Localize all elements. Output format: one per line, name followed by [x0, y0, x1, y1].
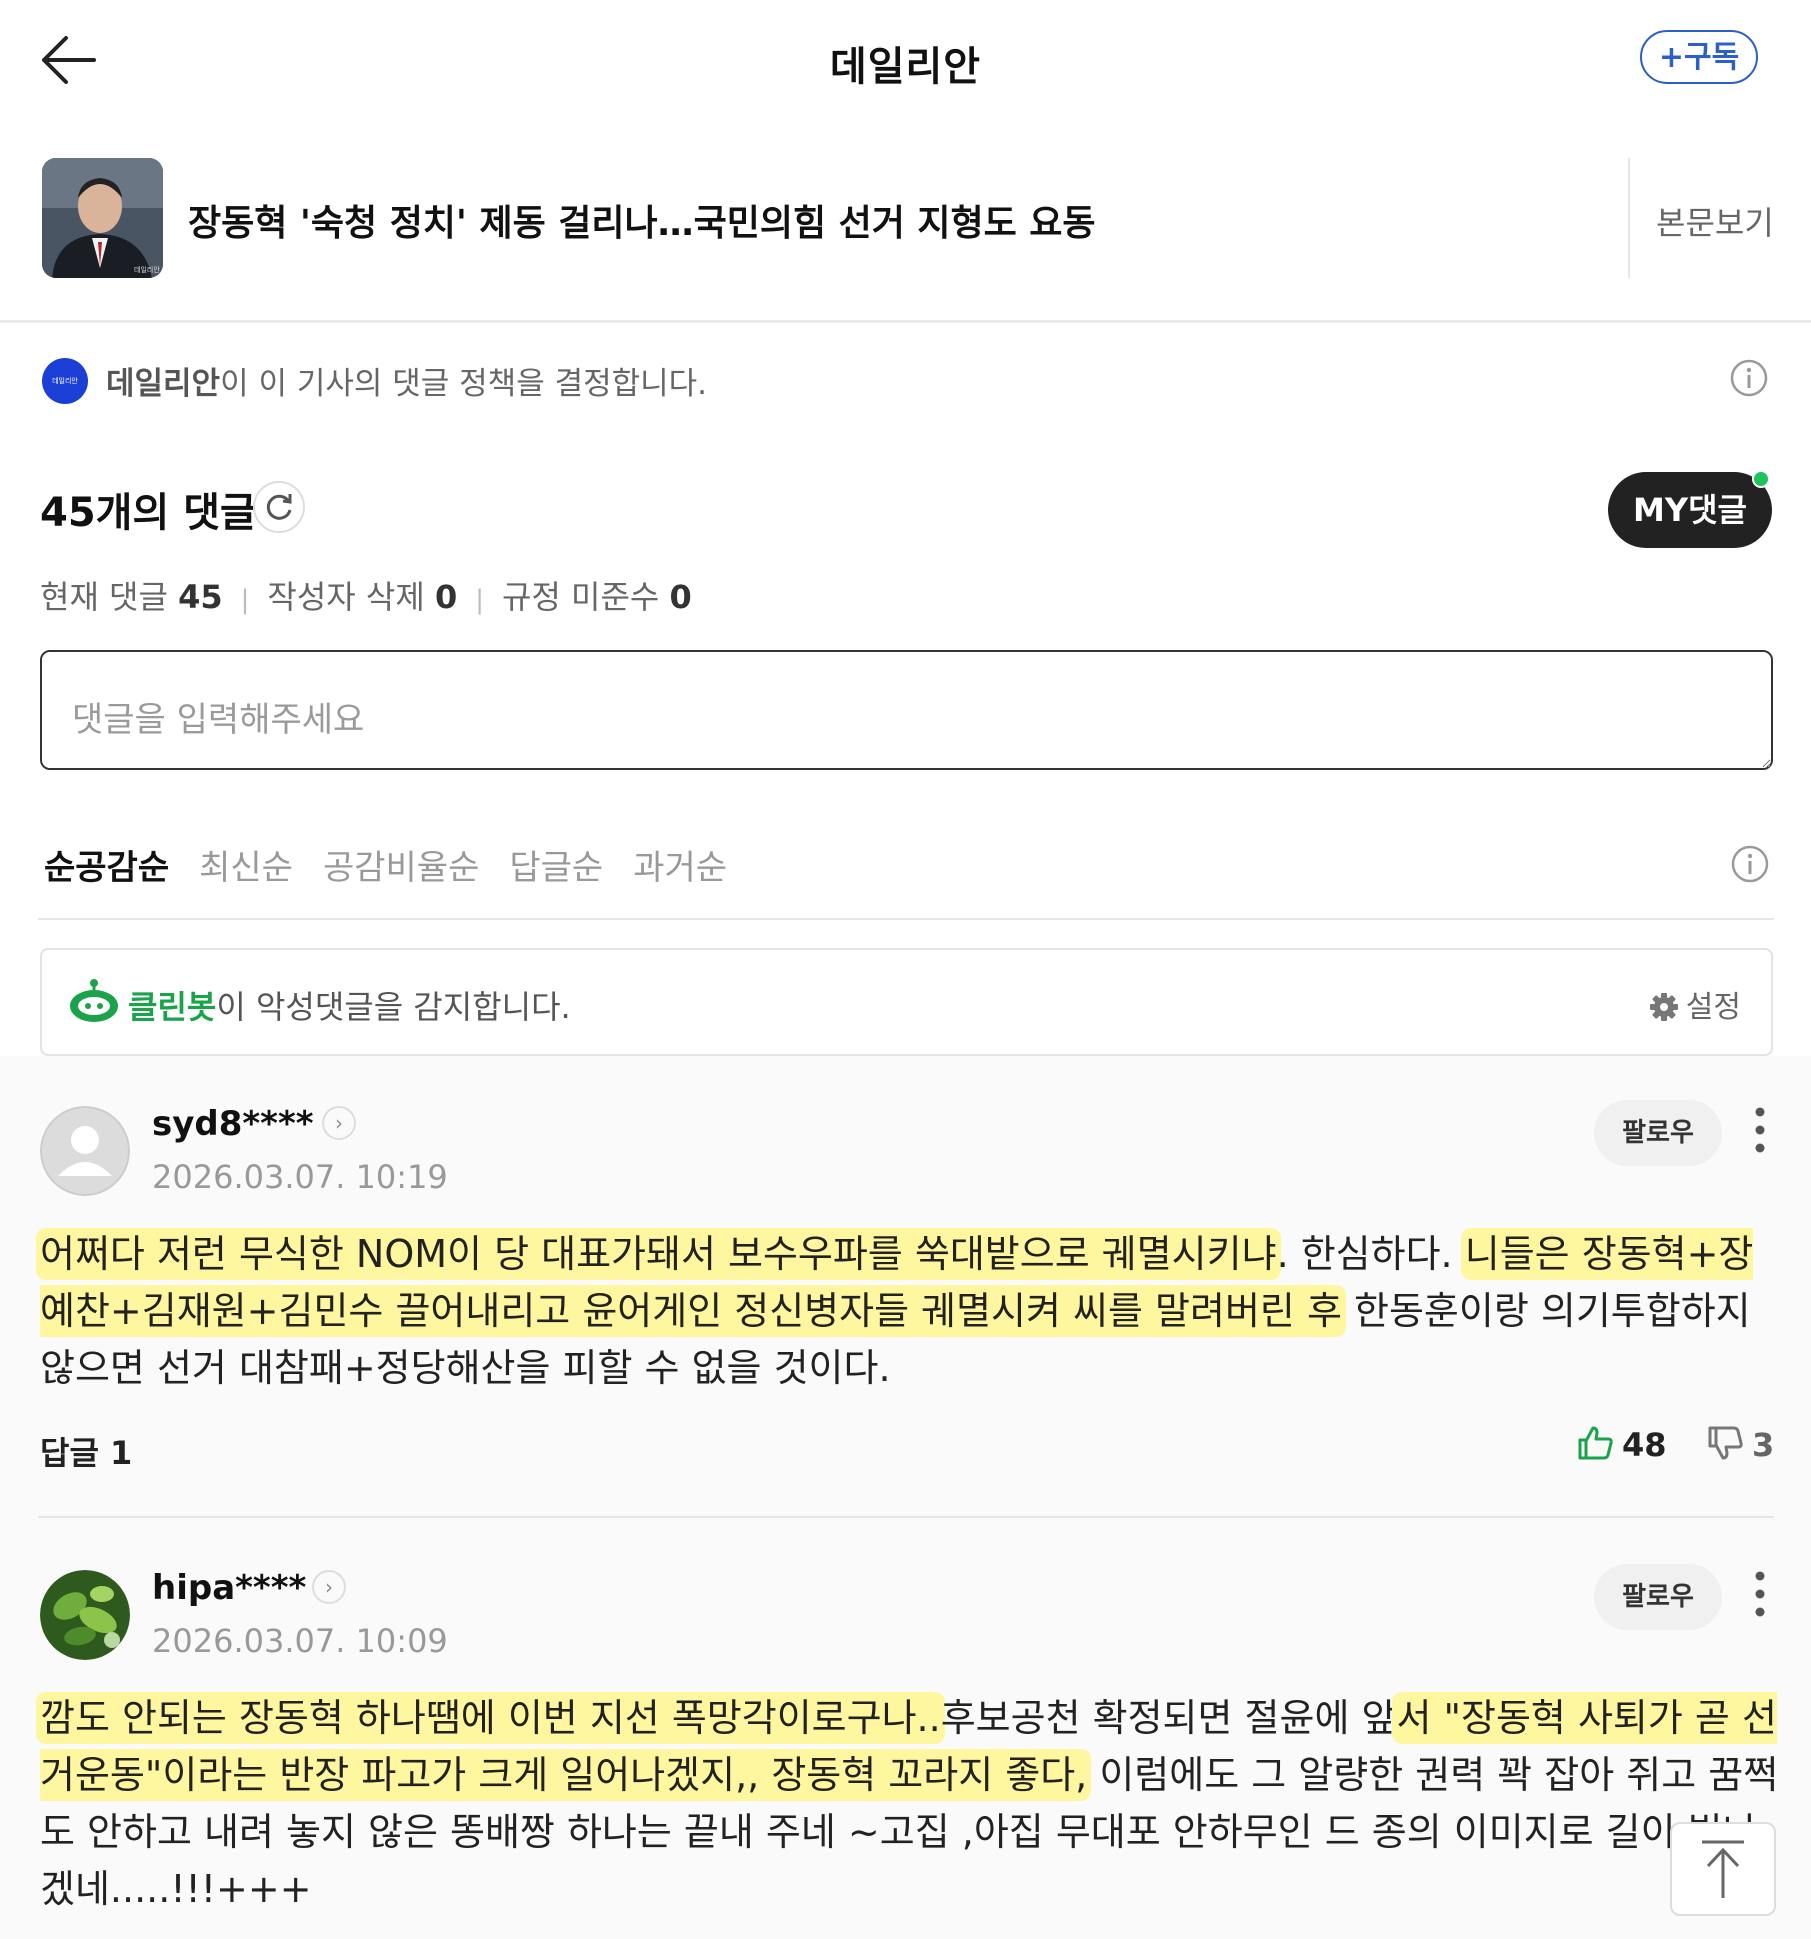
comment-username[interactable]: hipa**** — [152, 1568, 306, 1608]
reply-button[interactable]: 답글 1 — [40, 1428, 132, 1474]
comment-stats: 현재 댓글 45 | 작성자 삭제 0 | 규정 미준수 0 — [40, 578, 692, 616]
view-article-link[interactable]: 본문보기 — [1656, 198, 1774, 244]
avatar[interactable] — [40, 1106, 130, 1196]
more-options-icon[interactable] — [1752, 1106, 1768, 1154]
plant-avatar-image — [40, 1570, 130, 1660]
press-logo: 데일리안 NEWS — [42, 358, 88, 431]
refresh-icon[interactable] — [252, 480, 306, 534]
comment-count-title: 45개의 댓글 — [40, 490, 257, 536]
sort-info-icon[interactable] — [1730, 844, 1770, 884]
comment-policy-text: 데일리안이 이 기사의 댓글 정책을 결정합니다. — [106, 366, 708, 402]
sort-tab-latest[interactable]: 최신순 — [199, 840, 293, 889]
app-title: 데일리안 — [829, 44, 982, 90]
sort-tab-oldest[interactable]: 과거순 — [633, 840, 727, 889]
svg-text:데일리안: 데일리안 — [134, 265, 160, 274]
follow-button[interactable]: 팔로우 — [1594, 1100, 1722, 1166]
default-avatar-icon — [40, 1106, 130, 1196]
comment-username[interactable]: syd8**** — [152, 1104, 314, 1144]
highlighted-text: 어쩌다 저런 무식한 NOM이 당 대표가돼서 보수우파를 쑥대밭으로 궤멸시키… — [40, 1232, 1277, 1276]
info-icon[interactable] — [1729, 358, 1769, 398]
sort-tab-replies[interactable]: 답글순 — [509, 840, 603, 889]
thumbs-down-icon — [1708, 1426, 1743, 1460]
section-divider — [0, 320, 1811, 323]
comment-body: 깜도 안되는 장동혁 하나땜에 이번 지선 폭망각이로구나..후보공천 확정되면… — [40, 1696, 1779, 1911]
arrow-up-icon — [1702, 1840, 1744, 1898]
scroll-to-top-button[interactable] — [1670, 1822, 1776, 1916]
avatar[interactable] — [40, 1570, 130, 1660]
chevron-right-icon[interactable]: › — [312, 1570, 346, 1604]
article-thumbnail[interactable]: 데일리안 — [42, 158, 163, 278]
comment-divider — [38, 1516, 1774, 1518]
cleanbot-text: 클린봇이 악성댓글을 감지합니다. — [128, 988, 571, 1026]
highlighted-text: 깜도 안되는 장동혁 하나땜에 이번 지선 폭망각이로구나.. — [40, 1696, 941, 1740]
my-comments-button[interactable]: MY댓글 — [1608, 472, 1772, 548]
sort-tab-ratio[interactable]: 공감비율순 — [323, 840, 479, 889]
comment-timestamp: 2026.03.07. 10:09 — [152, 1622, 448, 1660]
cleanbot-settings-button[interactable]: 설정 — [1648, 982, 1741, 1026]
cleanbot-banner: 클린봇이 악성댓글을 감지합니다. 설정 — [40, 948, 1773, 1056]
chevron-right-icon[interactable]: › — [322, 1106, 356, 1140]
more-options-icon[interactable] — [1752, 1570, 1768, 1618]
cleanbot-robot-icon — [70, 979, 118, 1022]
sort-tabs: 순공감순 최신순 공감비율순 답글순 과거순 — [44, 840, 757, 889]
like-button[interactable]: 48 — [1576, 1424, 1667, 1464]
tabs-divider — [38, 918, 1774, 920]
follow-button[interactable]: 팔로우 — [1594, 1564, 1722, 1630]
comment-timestamp: 2026.03.07. 10:19 — [152, 1158, 448, 1196]
dislike-button[interactable]: 3 — [1706, 1424, 1774, 1464]
gear-icon — [1649, 993, 1678, 1021]
sort-tab-top[interactable]: 순공감순 — [44, 840, 169, 889]
subscribe-button[interactable]: +구독 — [1640, 30, 1758, 84]
thumbnail-image: 데일리안 — [42, 158, 163, 278]
comment-body: 어쩌다 저런 무식한 NOM이 당 대표가돼서 보수우파를 쑥대밭으로 궤멸시키… — [40, 1232, 1754, 1390]
new-indicator-dot — [1752, 470, 1770, 488]
divider — [1628, 158, 1630, 278]
article-title[interactable]: 장동혁 '숙청 정치' 제동 걸리나…국민의힘 선거 지형도 요동 — [188, 194, 1096, 246]
comment-input[interactable] — [40, 650, 1773, 770]
thumbs-up-icon — [1578, 1426, 1613, 1460]
